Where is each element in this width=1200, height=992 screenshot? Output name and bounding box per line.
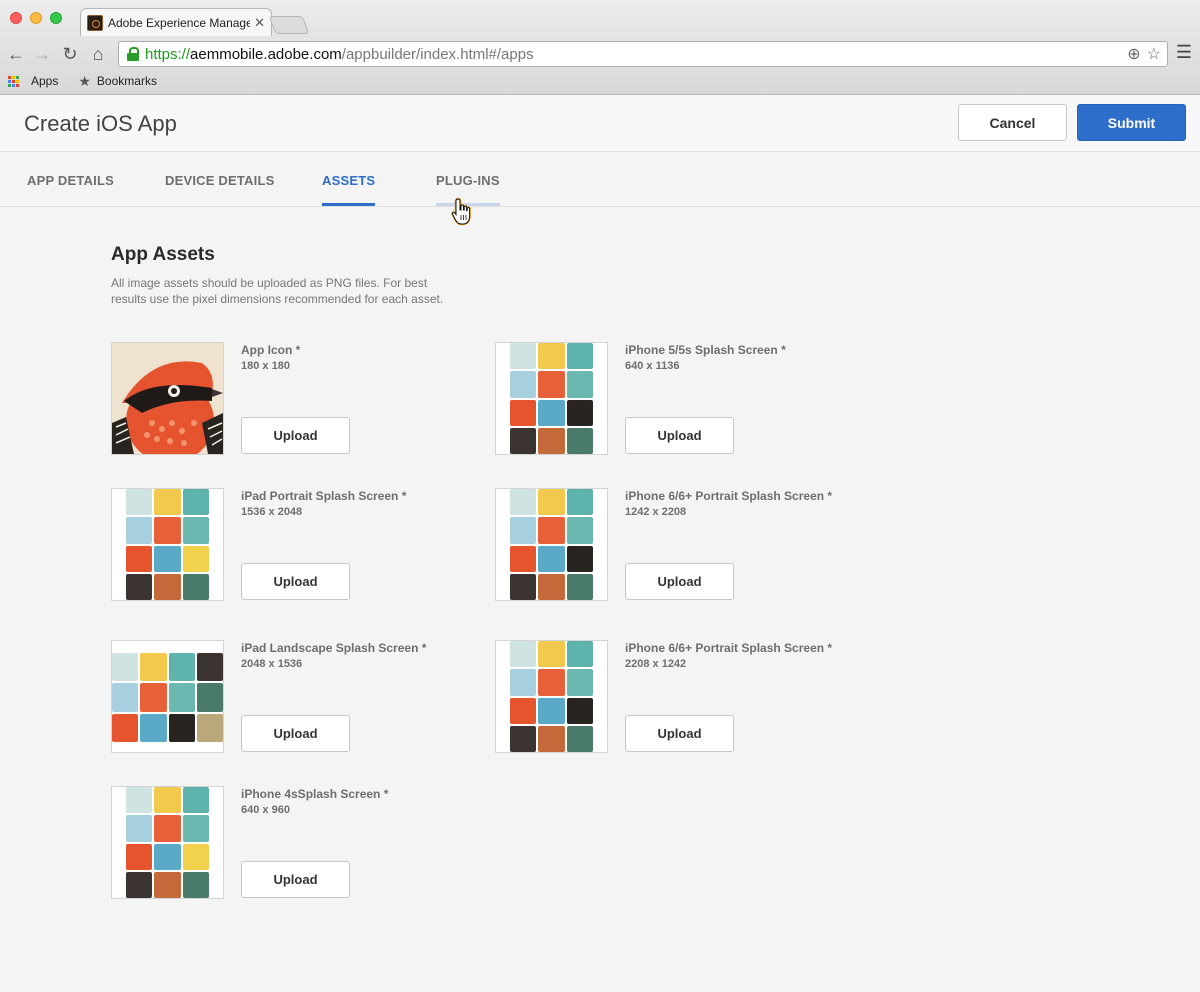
asset-dimensions: 2208 x 1242: [625, 658, 687, 670]
asset-ipad-landscape-splash: iPad Landscape Splash Screen * 2048 x 15…: [111, 640, 481, 753]
submit-button[interactable]: Submit: [1077, 104, 1186, 141]
menu-icon[interactable]: ☰: [1176, 42, 1192, 63]
browser-tab-title: Adobe Experience Manager: [108, 15, 251, 30]
asset-dimensions: 2048 x 1536: [241, 658, 303, 670]
star-icon[interactable]: ☆: [1147, 44, 1161, 64]
asset-thumbnail: [495, 640, 608, 753]
browser-toolbar: ← → ↻ ⌂ https:// aemmobile.adobe.com /ap…: [0, 38, 1200, 70]
apps-grid-icon: [8, 75, 19, 87]
adobe-favicon-icon: [87, 14, 103, 31]
minimize-window-icon[interactable]: [30, 12, 42, 24]
hand-cursor-icon: [451, 197, 471, 226]
section-description: All image assets should be uploaded as P…: [111, 276, 444, 306]
asset-iphone6-portrait-splash: iPhone 6/6+ Portrait Splash Screen * 124…: [495, 488, 865, 601]
upload-button[interactable]: Upload: [241, 417, 350, 454]
bird-grid-thumbnail-icon: [510, 343, 593, 454]
tab-app-details[interactable]: APP DETAILS: [27, 173, 114, 203]
forward-icon[interactable]: →: [32, 42, 52, 66]
upload-button[interactable]: Upload: [241, 563, 350, 600]
bird-grid-thumbnail-icon: [510, 489, 593, 600]
asset-thumbnail: [111, 342, 224, 455]
upload-button[interactable]: Upload: [625, 417, 734, 454]
tab-assets[interactable]: ASSETS: [322, 173, 376, 206]
asset-name: iPhone 5/5s Splash Screen *: [625, 343, 786, 357]
close-window-icon[interactable]: [10, 12, 22, 24]
tab-device-details[interactable]: DEVICE DETAILS: [165, 173, 274, 203]
asset-name: iPad Portrait Splash Screen *: [241, 489, 407, 503]
maximize-window-icon[interactable]: [50, 12, 62, 24]
bookmark-apps[interactable]: Apps: [31, 74, 58, 88]
upload-button[interactable]: Upload: [625, 563, 734, 600]
tab-close-icon[interactable]: ✕: [254, 15, 265, 31]
reload-icon[interactable]: ↻: [60, 42, 80, 66]
bookmarks-bar: Apps ★ Bookmarks: [8, 71, 157, 91]
app-header: Create iOS App Cancel Submit: [0, 95, 1200, 152]
asset-ipad-portrait-splash: iPad Portrait Splash Screen * 1536 x 204…: [111, 488, 481, 601]
asset-name: App Icon *: [241, 343, 301, 357]
zoom-icon[interactable]: ⊕: [1127, 44, 1140, 64]
asset-name: iPhone 6/6+ Portrait Splash Screen *: [625, 489, 833, 503]
asset-name: iPhone 6/6+ Portrait Splash Screen *: [625, 641, 833, 655]
asset-dimensions: 640 x 1136: [625, 360, 680, 372]
bird-grid-thumbnail-icon: [510, 641, 593, 752]
tab-bar: APP DETAILS DEVICE DETAILS ASSETS PLUG-I…: [0, 152, 1200, 207]
back-icon[interactable]: ←: [6, 42, 26, 66]
bird-grid-thumbnail-icon: [126, 787, 209, 898]
asset-dimensions: 1242 x 2208: [625, 506, 687, 518]
asset-thumbnail: [111, 640, 224, 753]
cancel-button[interactable]: Cancel: [958, 104, 1067, 141]
bookmark-star-icon: ★: [78, 72, 91, 89]
asset-thumbnail: [495, 488, 608, 601]
address-bar[interactable]: https:// aemmobile.adobe.com /appbuilder…: [118, 41, 1168, 67]
asset-dimensions: 640 x 960: [241, 804, 290, 816]
asset-dimensions: 1536 x 2048: [241, 506, 303, 518]
asset-name: iPad Landscape Splash Screen *: [241, 641, 427, 655]
asset-name: iPhone 4sSplash Screen *: [241, 787, 389, 801]
home-icon[interactable]: ⌂: [88, 42, 108, 66]
bird-grid-thumbnail-icon: [126, 489, 209, 600]
new-tab-button[interactable]: [268, 16, 310, 34]
url-scheme: https://: [145, 45, 191, 63]
bookmark-bookmarks[interactable]: Bookmarks: [97, 74, 157, 88]
window-controls: [10, 12, 62, 24]
asset-iphone6-landscape-splash: iPhone 6/6+ Portrait Splash Screen * 220…: [495, 640, 865, 753]
upload-button[interactable]: Upload: [241, 715, 350, 752]
url-host: aemmobile.adobe.com: [190, 45, 342, 63]
browser-chrome: Adobe Experience Manager ✕ ← → ↻ ⌂ https…: [0, 0, 1200, 95]
upload-button[interactable]: Upload: [625, 715, 734, 752]
bird-thumbnail-icon: [112, 343, 223, 454]
url-path: /appbuilder/index.html#/apps: [341, 45, 534, 63]
section-title: App Assets: [111, 244, 215, 265]
asset-thumbnail: [111, 786, 224, 899]
bird-grid-thumbnail-icon: [112, 653, 223, 742]
browser-tab[interactable]: Adobe Experience Manager ✕: [80, 8, 272, 36]
asset-dimensions: 180 x 180: [241, 360, 290, 372]
page-title: Create iOS App: [24, 111, 177, 136]
lock-icon: [127, 47, 139, 61]
asset-app-icon: App Icon * 180 x 180 Upload: [111, 342, 481, 455]
asset-thumbnail: [495, 342, 608, 455]
asset-iphone4s-splash: iPhone 4sSplash Screen * 640 x 960 Uploa…: [111, 786, 481, 899]
asset-thumbnail: [111, 488, 224, 601]
upload-button[interactable]: Upload: [241, 861, 350, 898]
asset-iphone5-splash: iPhone 5/5s Splash Screen * 640 x 1136 U…: [495, 342, 865, 455]
